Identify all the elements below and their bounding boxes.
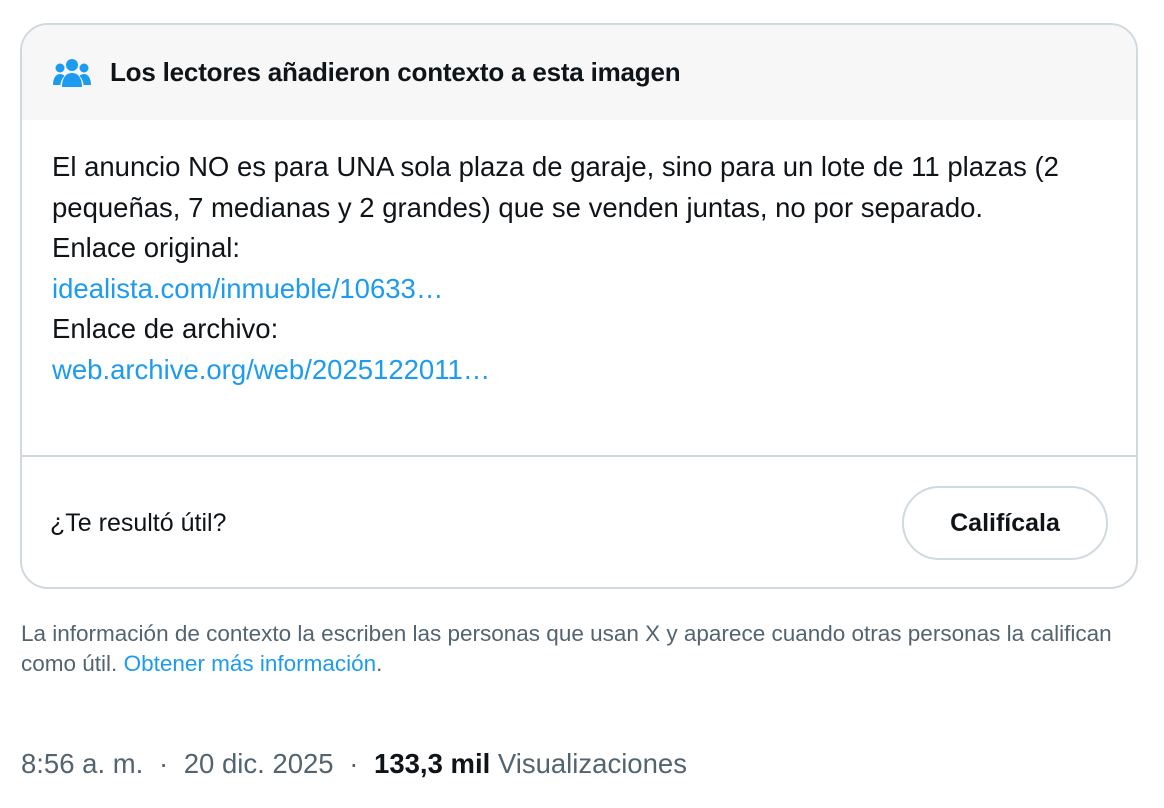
note-footer: ¿Te resultó útil? Califícala bbox=[22, 457, 1136, 587]
views-label: Visualizaciones bbox=[497, 748, 687, 779]
people-icon bbox=[52, 57, 92, 89]
learn-more-link[interactable]: Obtener más información bbox=[124, 651, 377, 676]
views-count: 133,3 mil bbox=[374, 748, 491, 779]
note-body: El anuncio NO es para UNA sola plaza de … bbox=[22, 120, 1136, 457]
archive-link-label: Enlace de archivo: bbox=[52, 313, 279, 344]
disclaimer-end: . bbox=[376, 651, 383, 676]
helpful-question: ¿Te resultó útil? bbox=[50, 508, 227, 537]
archive-link[interactable]: web.archive.org/web/2025122011… bbox=[52, 350, 1106, 391]
original-link[interactable]: idealista.com/inmueble/10633… bbox=[52, 269, 1106, 310]
community-note-card: Los lectores añadieron contexto a esta i… bbox=[20, 23, 1138, 589]
views-separator: · bbox=[349, 748, 359, 779]
original-link-label: Enlace original: bbox=[52, 232, 241, 263]
date-separator: · bbox=[158, 748, 169, 779]
note-title: Los lectores añadieron contexto a esta i… bbox=[110, 57, 681, 87]
post-meta: 8:56 a. m. · 20 dic. 2025 · 133,3 mil Vi… bbox=[21, 748, 687, 780]
context-disclaimer: La información de contexto la escriben l… bbox=[21, 619, 1131, 679]
post-date[interactable]: 20 dic. 2025 bbox=[184, 748, 334, 779]
rate-button[interactable]: Califícala bbox=[902, 486, 1108, 560]
note-text: El anuncio NO es para UNA sola plaza de … bbox=[52, 151, 1059, 223]
post-time[interactable]: 8:56 a. m. bbox=[21, 748, 143, 779]
note-header: Los lectores añadieron contexto a esta i… bbox=[22, 25, 1136, 120]
